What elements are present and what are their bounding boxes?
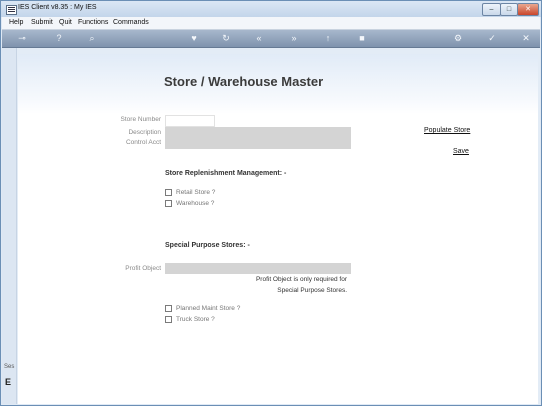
- truck-store-label: Truck Store ?: [176, 316, 215, 323]
- retail-store-checkbox[interactable]: [165, 189, 172, 196]
- heart-icon[interactable]: ♥: [188, 33, 200, 44]
- toolbar: ⊸ ? ⌕ ♥ ↻ « » ↑ ■ ⚙ ✓ ✕: [2, 30, 540, 48]
- app-icon: [6, 5, 17, 15]
- truck-store-checkbox[interactable]: [165, 316, 172, 323]
- side-panel-icon[interactable]: E: [5, 377, 11, 387]
- control-acct-input[interactable]: [165, 138, 351, 149]
- title-bar: IES Client v8.35 : My IES – □ ✕: [1, 1, 541, 17]
- retail-store-label: Retail Store ?: [176, 189, 216, 196]
- planned-maint-store-label: Planned Maint Store ?: [176, 305, 241, 312]
- maximize-button[interactable]: □: [500, 3, 518, 16]
- form-panel: Store / Warehouse Master Store Number De…: [18, 54, 538, 404]
- page-title: Store / Warehouse Master: [164, 74, 324, 89]
- warehouse-checkbox[interactable]: [165, 200, 172, 207]
- description-label: Description: [128, 129, 161, 136]
- upload-icon[interactable]: ↑: [322, 33, 334, 44]
- side-panel-text: Ses: [4, 364, 15, 370]
- forward-icon[interactable]: »: [288, 33, 300, 44]
- window-title: IES Client v8.35 : My IES: [18, 4, 97, 11]
- menu-functions[interactable]: Functions: [78, 19, 108, 26]
- menu-bar: Help Submit Quit Functions Commands: [2, 17, 540, 30]
- control-acct-label: Control Acct: [125, 139, 161, 146]
- minimize-button[interactable]: –: [482, 3, 501, 16]
- content-area: Ses E Store / Warehouse Master Store Num…: [2, 48, 540, 404]
- menu-submit[interactable]: Submit: [31, 19, 53, 26]
- save-link[interactable]: Save: [453, 148, 469, 155]
- special-purpose-heading: Special Purpose Stores: -: [165, 242, 250, 249]
- search-icon[interactable]: ⌕: [86, 33, 98, 44]
- profit-object-note-line1: Profit Object is only required for: [255, 276, 347, 283]
- gear-icon[interactable]: ⚙: [452, 33, 464, 44]
- menu-quit[interactable]: Quit: [59, 19, 72, 26]
- close-icon[interactable]: ✕: [520, 33, 532, 44]
- stop-icon[interactable]: ■: [356, 33, 368, 44]
- menu-commands[interactable]: Commands: [113, 19, 149, 26]
- refresh-icon[interactable]: ↻: [220, 33, 232, 44]
- warehouse-label: Warehouse ?: [176, 200, 215, 207]
- menu-help[interactable]: Help: [9, 19, 23, 26]
- populate-store-link[interactable]: Populate Store: [424, 127, 470, 134]
- store-number-label: Store Number: [120, 116, 161, 123]
- app-window: IES Client v8.35 : My IES – □ ✕ Help Sub…: [0, 0, 542, 406]
- profit-object-label: Profit Object: [125, 265, 161, 272]
- store-number-input[interactable]: [165, 115, 215, 127]
- profit-object-input[interactable]: [165, 263, 351, 274]
- help-icon[interactable]: ?: [53, 33, 65, 44]
- side-panel: Ses E: [2, 48, 17, 404]
- close-window-button[interactable]: ✕: [517, 3, 539, 16]
- check-icon[interactable]: ✓: [486, 33, 498, 44]
- rewind-icon[interactable]: «: [253, 33, 265, 44]
- replenishment-heading: Store Replenishment Management: -: [165, 170, 287, 177]
- key-icon[interactable]: ⊸: [12, 33, 32, 44]
- profit-object-note-line2: Special Purpose Stores.: [277, 287, 347, 294]
- planned-maint-store-checkbox[interactable]: [165, 305, 172, 312]
- description-input[interactable]: [165, 127, 351, 138]
